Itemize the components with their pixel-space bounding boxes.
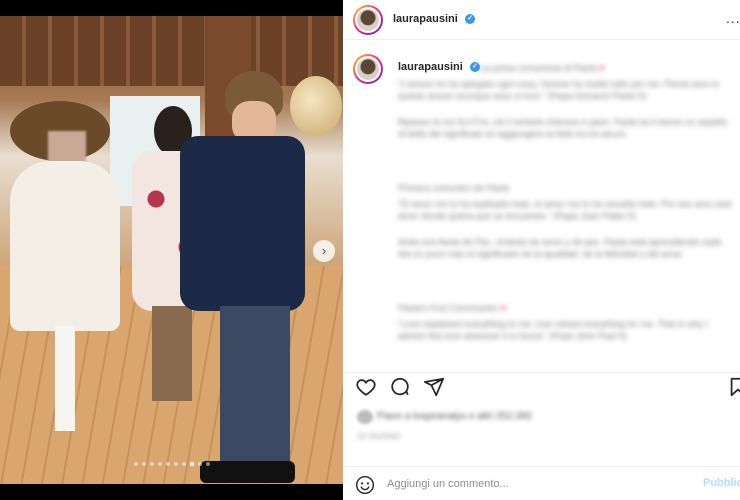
like-button[interactable] <box>355 376 379 400</box>
post-date: 22 GIUGNO <box>357 432 401 441</box>
post-viewer: › laurapausini ✓ ... laurapausini ✓ La p… <box>0 0 740 500</box>
carousel-dot <box>197 462 202 466</box>
caption-verified-badge-icon: ✓ <box>470 62 480 72</box>
comment-bubble-icon <box>391 377 409 396</box>
heart-outline-icon <box>356 379 376 396</box>
post-photo <box>0 16 343 484</box>
likes-count[interactable]: Piace a lospiranalys e altri 252.392 <box>357 410 587 424</box>
carousel-dot <box>141 462 146 466</box>
carousel-dot <box>165 462 170 466</box>
liker-avatar <box>357 410 373 424</box>
author-avatar[interactable] <box>353 5 383 35</box>
author-username[interactable]: laurapausini <box>393 13 458 25</box>
verified-badge-icon: ✓ <box>465 14 475 24</box>
post-media[interactable]: › <box>0 0 343 500</box>
caption-paragraph: Anita una fiesta de Paz, símbolo de amor… <box>398 237 722 259</box>
post-header: laurapausini ✓ ... <box>343 0 740 40</box>
save-button[interactable] <box>727 376 740 400</box>
photo-man-figure <box>160 71 310 484</box>
photo-child-figure <box>10 101 120 431</box>
caption-avatar[interactable] <box>353 54 383 84</box>
caption-username[interactable]: laurapausini <box>398 61 463 73</box>
carousel-dot <box>157 462 162 466</box>
caption-paragraph: "L'amore mi ha spiegato ogni cosa, l'amo… <box>398 79 720 101</box>
carousel-dot <box>133 462 138 466</box>
next-slide-button[interactable]: › <box>313 240 335 262</box>
comment-button[interactable] <box>389 376 413 400</box>
post-details-panel: laurapausini ✓ ... laurapausini ✓ La pri… <box>343 0 740 500</box>
caption-paragraph: "Love explained everything to me, love s… <box>398 319 709 341</box>
publish-button[interactable]: Pubblica <box>703 477 740 489</box>
carousel-dot <box>173 462 178 466</box>
carousel-dot <box>189 462 194 466</box>
caption-paragraph: "El amor me lo ha explicado todo, el amo… <box>398 199 732 221</box>
caption-area: laurapausini ✓ La prima comunione di Pao… <box>343 48 740 358</box>
comment-composer: Pubblica <box>343 466 740 500</box>
comment-input[interactable] <box>387 475 687 493</box>
more-options-icon[interactable]: ... <box>726 10 740 26</box>
caption-paragraph: Paola's First Communion ♥ <box>398 303 507 313</box>
red-heart-icon: ♥ <box>599 63 605 73</box>
caption-intro: La prima comunione di Paola ♥ <box>480 63 605 73</box>
caption-paragraph: Ripasso di oro fa il Fra. ciò il simbolo… <box>398 117 728 139</box>
carousel-dots <box>0 462 343 466</box>
carousel-dot <box>205 462 210 466</box>
carousel-dot <box>149 462 154 466</box>
caption-paragraph: Primera comunión de Paola <box>398 183 510 193</box>
share-button[interactable] <box>423 376 447 400</box>
bookmark-icon <box>730 377 740 397</box>
action-bar <box>343 372 740 402</box>
carousel-dot <box>181 462 186 466</box>
paper-plane-icon <box>423 377 445 397</box>
smiley-icon[interactable] <box>355 475 375 495</box>
